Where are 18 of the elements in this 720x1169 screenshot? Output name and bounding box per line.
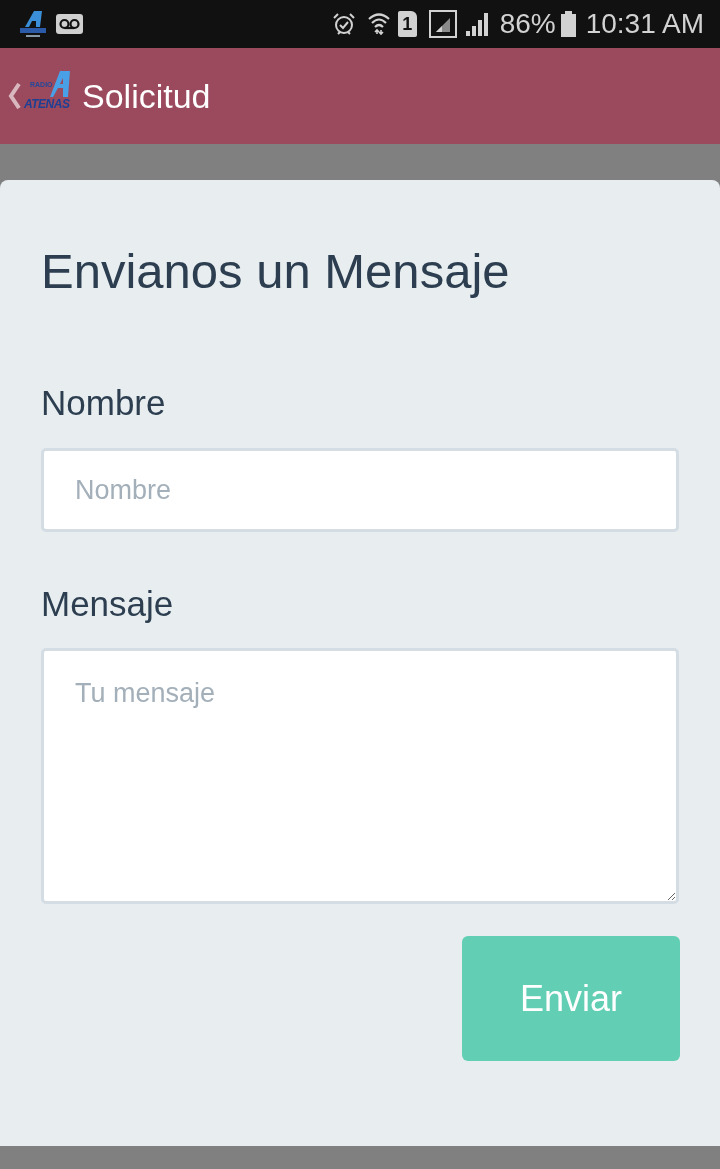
- voicemail-icon: [56, 14, 83, 34]
- field-label: Nombre: [41, 385, 167, 420]
- battery-icon: [560, 11, 576, 37]
- message-text-area[interactable]: Tu mensaje: [41, 648, 679, 904]
- wifi-icon: [367, 11, 390, 37]
- field-label: Mensaje: [41, 586, 175, 621]
- form-title: Envianos un Mensaje: [41, 247, 511, 296]
- battery-percentage: 86%: [499, 10, 556, 38]
- sim-slot-icon: 1: [397, 11, 417, 37]
- app-logo-icon: [18, 9, 48, 39]
- alarm-clock-icon: [331, 12, 356, 36]
- signal-bars-icon: [428, 10, 457, 38]
- signal-strength-icon: [465, 12, 490, 36]
- name-input-field[interactable]: Nombre: [41, 448, 679, 532]
- header-title: Solicitud: [82, 79, 211, 113]
- submit-button[interactable]: Enviar: [462, 936, 680, 1061]
- back-icon[interactable]: [8, 83, 21, 109]
- clock-time: 10:31 AM: [585, 10, 704, 38]
